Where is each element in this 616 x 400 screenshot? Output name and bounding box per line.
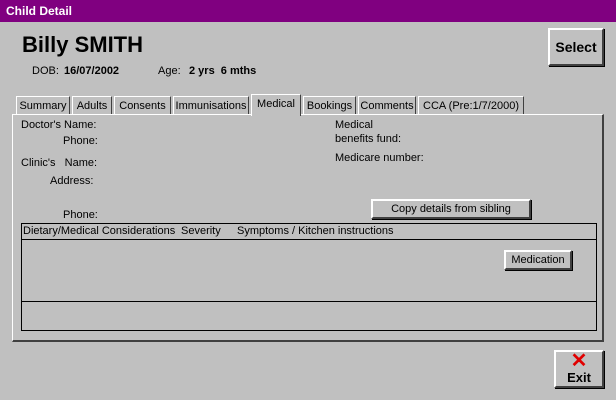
dob-value: 16/07/2002 bbox=[64, 65, 120, 77]
age-value: 2 yrs 6 mths bbox=[189, 65, 257, 77]
copy-from-sibling-button[interactable]: Copy details from sibling bbox=[371, 199, 531, 219]
window-title: Child Detail bbox=[0, 0, 616, 22]
clinic-phone-label: Phone: bbox=[63, 209, 98, 221]
grid-header-severity: Severity bbox=[181, 225, 221, 237]
dietary-medical-grid: Dietary/Medical Considerations Severity … bbox=[21, 223, 597, 331]
doctors-name-label: Doctor's Name: bbox=[21, 119, 97, 131]
grid-divider bbox=[22, 301, 596, 302]
grid-header: Dietary/Medical Considerations Severity … bbox=[22, 224, 596, 240]
exit-label: Exit bbox=[567, 370, 591, 385]
grid-header-considerations: Dietary/Medical Considerations bbox=[23, 225, 176, 237]
dob-label: DOB: bbox=[32, 65, 59, 77]
medicare-number-label: Medicare number: bbox=[335, 152, 424, 164]
tab-adults[interactable]: Adults bbox=[72, 96, 112, 114]
tab-summary[interactable]: Summary bbox=[16, 96, 70, 114]
benefits-fund-label-line2: benefits fund: bbox=[335, 133, 402, 145]
tab-bookings[interactable]: Bookings bbox=[303, 96, 356, 114]
tab-medical[interactable]: Medical bbox=[251, 94, 301, 116]
tab-comments[interactable]: Comments bbox=[358, 96, 416, 114]
child-name: Billy SMITH bbox=[22, 32, 144, 57]
tab-immunisations[interactable]: Immunisations bbox=[173, 96, 249, 114]
select-button[interactable]: Select bbox=[548, 28, 604, 66]
tab-consents[interactable]: Consents bbox=[114, 96, 171, 114]
tab-cca[interactable]: CCA (Pre:1/7/2000) bbox=[418, 96, 524, 114]
medical-panel: Doctor's Name: Phone: Clinic's Name: Add… bbox=[12, 114, 604, 342]
close-icon: ✕ bbox=[570, 350, 588, 372]
exit-button[interactable]: ✕ Exit bbox=[554, 350, 604, 388]
medication-button[interactable]: Medication bbox=[504, 250, 572, 270]
clinic-address-label: Address: bbox=[50, 175, 94, 187]
doctor-phone-label: Phone: bbox=[63, 135, 98, 147]
benefits-fund-label-line1: Medical bbox=[335, 119, 373, 131]
child-detail-window: Billy SMITH DOB: 16/07/2002 Age: 2 yrs 6… bbox=[0, 22, 616, 400]
grid-header-symptoms: Symptoms / Kitchen instructions bbox=[237, 225, 394, 237]
clinic-name-label: Clinic's Name: bbox=[21, 157, 98, 169]
age-label: Age: bbox=[158, 65, 181, 77]
